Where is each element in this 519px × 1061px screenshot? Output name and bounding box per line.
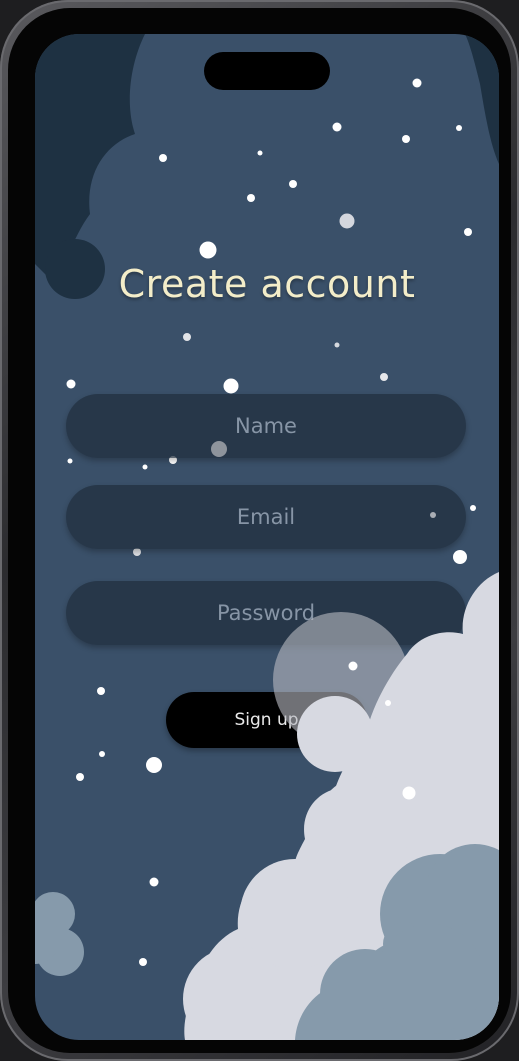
dark-cloud-top-right xyxy=(465,34,499,164)
dark-cloud-top-left xyxy=(35,34,145,299)
name-field[interactable] xyxy=(66,394,466,458)
dynamic-island xyxy=(204,52,330,90)
signup-button[interactable]: Sign up xyxy=(166,692,367,748)
app-screen: Create account Sign up xyxy=(35,34,499,1040)
password-input[interactable] xyxy=(66,581,466,645)
page-title: Create account xyxy=(118,262,416,306)
phone-frame: Create account Sign up xyxy=(0,0,519,1061)
phone-bezel: Create account Sign up xyxy=(8,8,511,1053)
email-input[interactable] xyxy=(66,485,466,549)
name-input[interactable] xyxy=(66,394,466,458)
password-field[interactable] xyxy=(66,581,466,645)
email-field[interactable] xyxy=(66,485,466,549)
